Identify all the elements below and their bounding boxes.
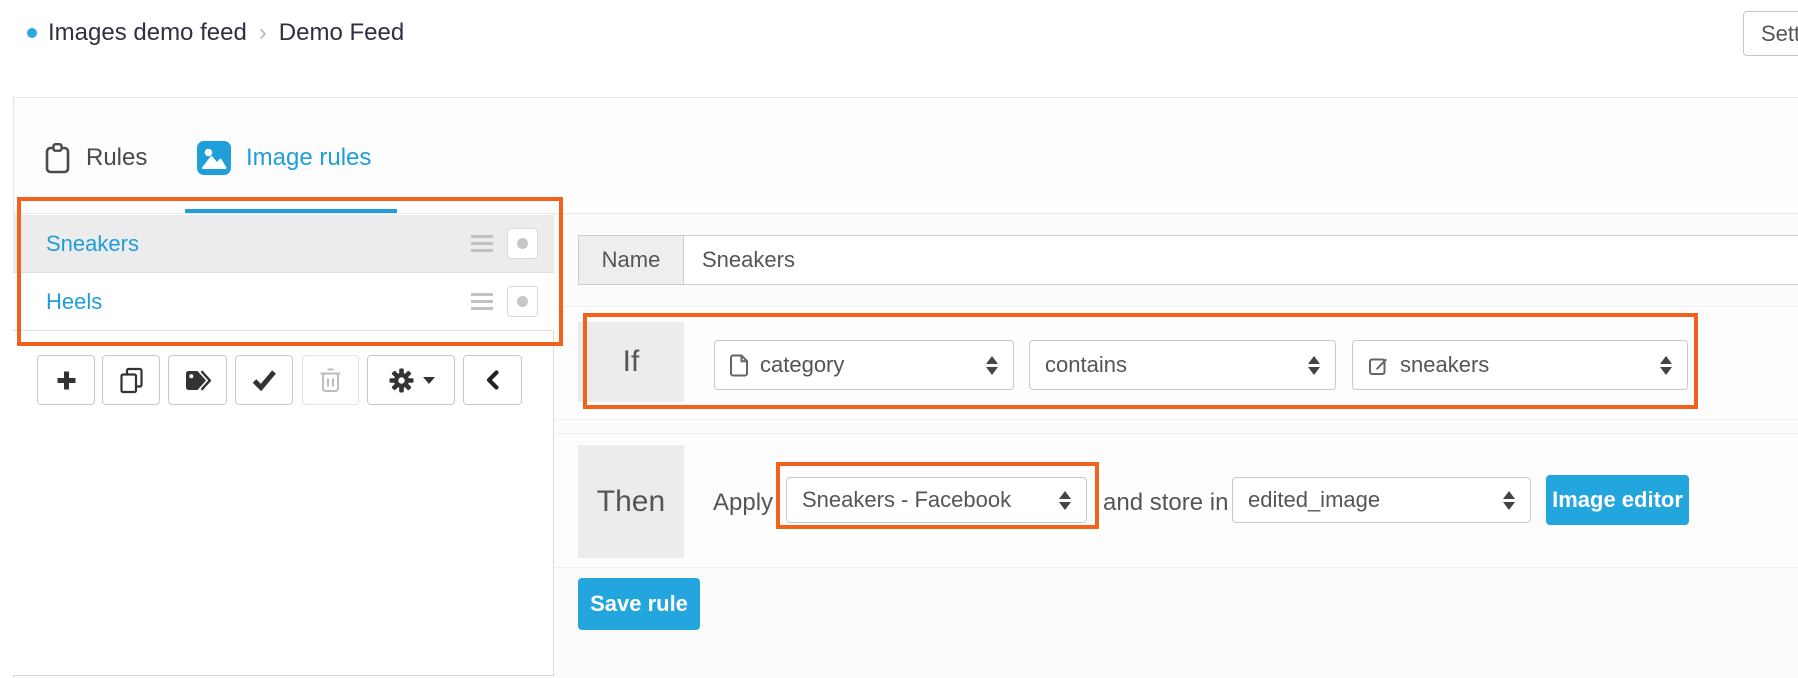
then-row-label: Then: [578, 445, 684, 558]
field-icon: [730, 354, 749, 377]
store-field-select[interactable]: edited_image: [1232, 477, 1531, 523]
rule-status-toggle[interactable]: [507, 286, 538, 317]
rule-status-toggle[interactable]: [507, 228, 538, 259]
copy-rule-button[interactable]: [102, 355, 160, 405]
copy-icon: [118, 366, 145, 395]
rule-item-label: Sneakers: [46, 231, 471, 257]
template-value: Sneakers - Facebook: [802, 487, 1011, 513]
then-label-text: Then: [597, 485, 665, 519]
settings-button-label: Setti: [1761, 21, 1798, 47]
if-label-text: If: [623, 345, 640, 379]
name-label-text: Name: [602, 247, 661, 273]
select-arrows-icon: [1059, 491, 1071, 510]
save-rule-button[interactable]: Save rule: [578, 578, 700, 630]
breadcrumb: Images demo feed › Demo Feed: [48, 17, 404, 49]
breadcrumb-page: Demo Feed: [279, 19, 404, 47]
apply-label: Apply: [713, 489, 773, 517]
status-dot-icon: [517, 296, 528, 307]
trash-icon: [318, 366, 343, 394]
drag-handle-icon[interactable]: [471, 293, 493, 310]
rule-name-input[interactable]: Sneakers: [683, 235, 1798, 285]
if-row-label: If: [578, 322, 684, 402]
condition-value-select[interactable]: sneakers: [1352, 340, 1688, 390]
tab-image-rules-label: Image rules: [246, 144, 371, 172]
check-icon: [251, 368, 278, 392]
image-icon: [197, 141, 231, 175]
clipboard-icon: [44, 142, 71, 175]
select-arrows-icon: [1308, 356, 1320, 375]
rule-list-item-sneakers[interactable]: Sneakers: [13, 215, 554, 273]
save-rule-button-label: Save rule: [590, 591, 688, 617]
select-arrows-icon: [1503, 491, 1515, 510]
tab-rules-label: Rules: [86, 144, 147, 172]
condition-field-select[interactable]: category: [714, 340, 1014, 390]
delete-rule-button[interactable]: [302, 355, 359, 405]
rule-list-item-heels[interactable]: Heels: [13, 273, 554, 331]
condition-value-text: sneakers: [1400, 352, 1489, 378]
store-field-value: edited_image: [1248, 487, 1380, 513]
template-select[interactable]: Sneakers - Facebook: [786, 477, 1087, 523]
condition-field-value: category: [760, 352, 844, 378]
collapse-panel-button[interactable]: [463, 355, 522, 405]
gear-icon: [388, 367, 415, 394]
add-rule-button[interactable]: [37, 355, 95, 405]
tag-icon: [183, 368, 212, 393]
caret-down-icon: [423, 377, 435, 384]
store-in-label: and store in: [1103, 489, 1228, 517]
condition-operator-select[interactable]: contains: [1029, 340, 1336, 390]
name-field-label: Name: [578, 235, 684, 285]
select-arrows-icon: [1660, 356, 1672, 375]
status-dot-icon: [517, 238, 528, 249]
chevron-left-icon: [482, 368, 504, 392]
tab-rules[interactable]: Rules: [44, 130, 147, 186]
image-editor-button-label: Image editor: [1552, 487, 1683, 513]
rule-item-label: Heels: [46, 289, 471, 315]
settings-button[interactable]: Setti: [1743, 11, 1798, 56]
tab-image-rules[interactable]: Image rules: [197, 130, 371, 186]
rule-settings-button[interactable]: [367, 355, 455, 405]
edit-icon: [1368, 355, 1389, 376]
drag-handle-icon[interactable]: [471, 235, 493, 252]
rule-name-value: Sneakers: [702, 247, 795, 273]
condition-operator-value: contains: [1045, 352, 1127, 378]
select-arrows-icon: [986, 356, 998, 375]
tag-rule-button[interactable]: [168, 355, 227, 405]
plus-icon: [54, 368, 79, 393]
image-editor-button[interactable]: Image editor: [1546, 475, 1689, 525]
breadcrumb-feed-link[interactable]: Images demo feed: [48, 19, 247, 47]
feed-status-dot: [27, 28, 37, 38]
breadcrumb-separator-icon: ›: [259, 19, 267, 47]
validate-rule-button[interactable]: [235, 355, 293, 405]
